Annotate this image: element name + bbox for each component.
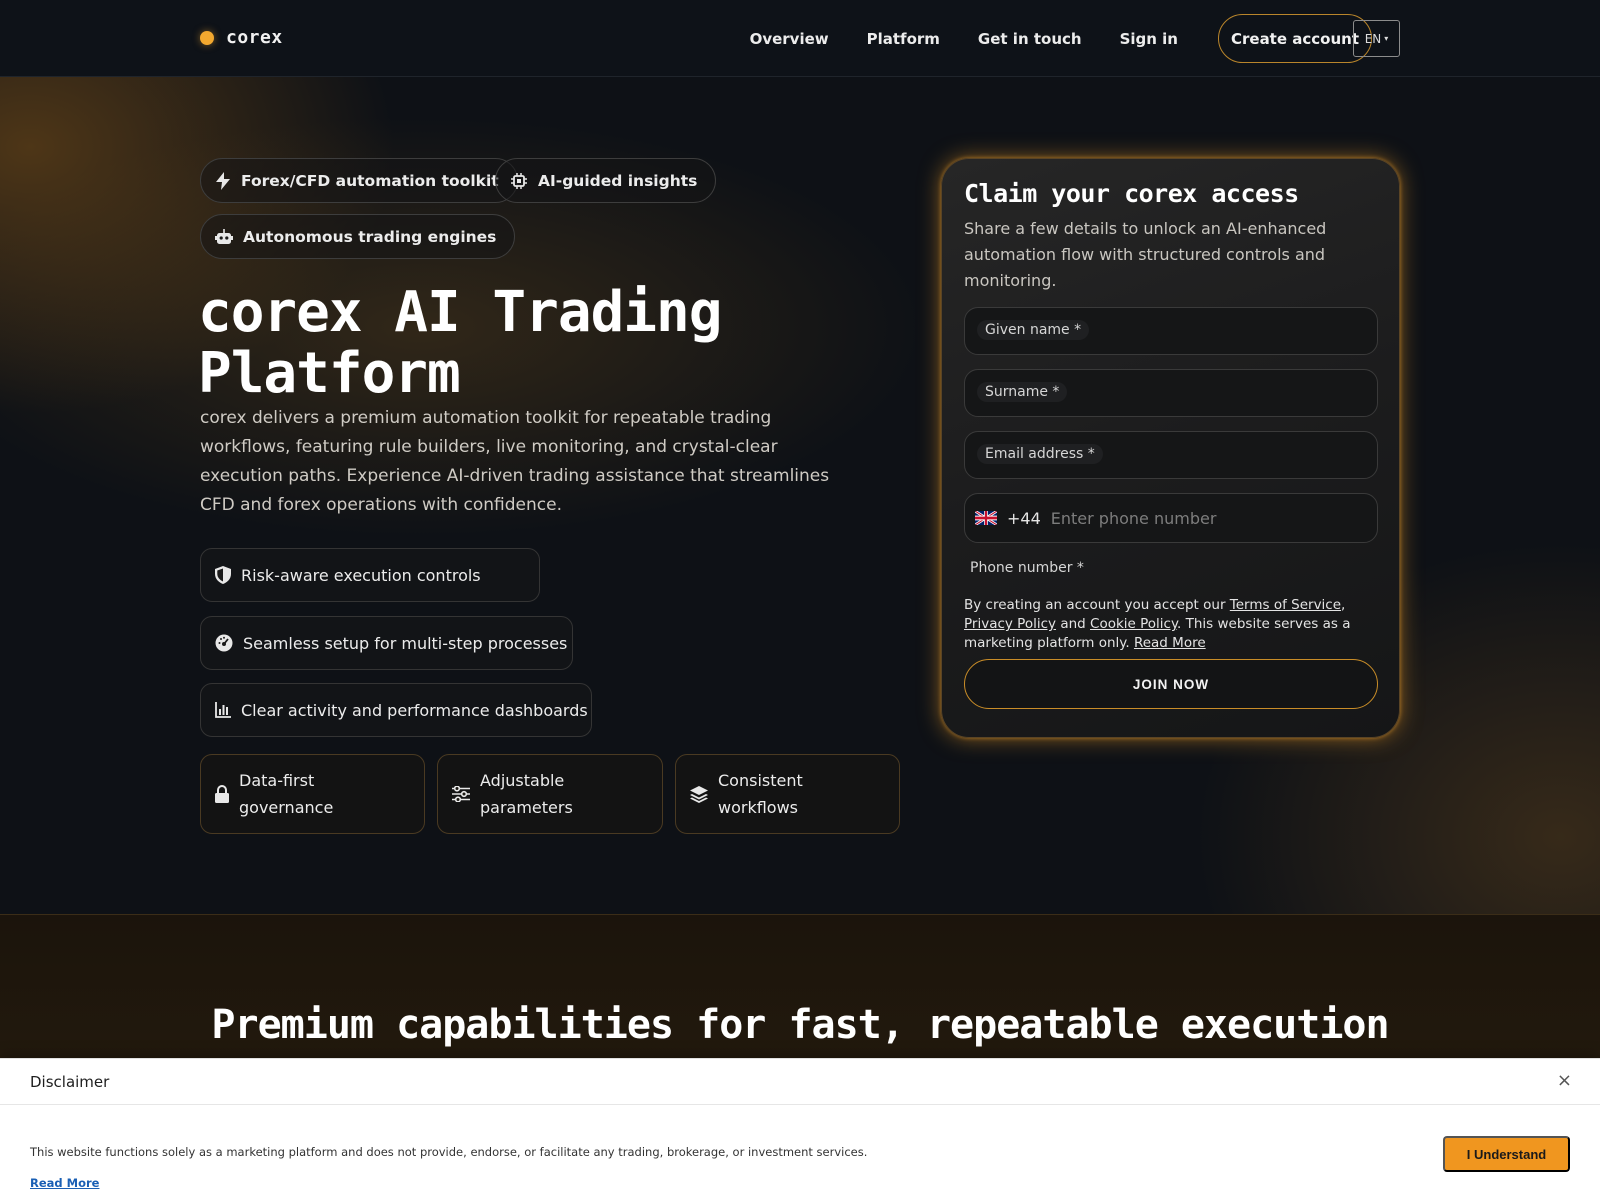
tag-pill-ai-insights: AI-guided insights: [495, 158, 717, 203]
tag-pill-label: Forex/CFD automation toolkit: [241, 171, 499, 190]
legal-comma: ,: [1341, 597, 1346, 613]
shield-icon: [215, 566, 231, 584]
phone-label: Phone number *: [970, 560, 1084, 576]
language-selector[interactable]: EN ▾: [1353, 20, 1400, 57]
brand-name: corex: [226, 27, 283, 48]
card-label: Consistent workflows: [718, 771, 803, 817]
capabilities-section: Premium capabilities for fast, repeatabl…: [0, 915, 1600, 1060]
create-account-button[interactable]: Create account: [1217, 14, 1372, 63]
privacy-link[interactable]: Privacy Policy: [964, 616, 1056, 632]
nav-link-overview[interactable]: Overview: [750, 30, 829, 48]
tag-pill-automation-toolkit: Forex/CFD automation toolkit: [200, 158, 518, 203]
form-title: Claim your corex access: [964, 179, 1299, 208]
language-label: EN: [1364, 31, 1382, 46]
form-subtitle: Share a few details to unlock an AI-enha…: [964, 219, 1327, 290]
tag-pill-trading-engines: Autonomous trading engines: [200, 214, 516, 259]
capabilities-title: Premium capabilities for fast, repeatabl…: [211, 1002, 1389, 1048]
disclaimer-title: Disclaimer: [30, 1073, 110, 1091]
lock-icon: [215, 785, 229, 803]
card-label: Data-first governance: [239, 771, 334, 817]
bolt-icon: [216, 171, 230, 190]
given-name-field[interactable]: Given name *: [964, 307, 1378, 355]
cookie-link[interactable]: Cookie Policy: [1090, 616, 1177, 632]
legal-notice: By creating an account you accept our Te…: [964, 596, 1374, 653]
tag-pill-label: Autonomous trading engines: [243, 227, 497, 246]
logo-dot-icon: [200, 30, 214, 45]
hero-title: corex AI Trading Platform: [198, 280, 722, 406]
terms-link[interactable]: Terms of Service: [1230, 597, 1341, 613]
card-data-first-governance: Data-first governance: [200, 754, 425, 834]
disclaimer-header: Disclaimer ×: [0, 1059, 1600, 1105]
brand-logo[interactable]: corex: [200, 27, 283, 48]
surname-label: Surname *: [977, 382, 1068, 402]
gauge-icon: [215, 634, 233, 652]
feature-label: Risk-aware execution controls: [241, 565, 481, 585]
hero-description: corex delivers a premium automation tool…: [200, 408, 830, 515]
sliders-icon: [452, 786, 470, 802]
feature-label: Clear activity and performance dashboard…: [241, 700, 588, 720]
disclaimer-text: This website functions solely as a marke…: [30, 1145, 868, 1159]
feature-dashboards: Clear activity and performance dashboard…: [200, 683, 592, 737]
nav-link-get-in-touch[interactable]: Get in touch: [978, 30, 1082, 48]
surname-field[interactable]: Surname *: [964, 369, 1378, 417]
chevron-down-icon: ▾: [1384, 34, 1389, 43]
disclaimer-banner: Disclaimer × This website functions sole…: [0, 1058, 1600, 1200]
feature-risk-aware: Risk-aware execution controls: [200, 548, 540, 602]
legal-and: and: [1060, 616, 1086, 632]
given-name-label: Given name *: [977, 320, 1090, 340]
nav-link-sign-in[interactable]: Sign in: [1120, 30, 1178, 48]
email-label: Email address *: [977, 444, 1103, 464]
email-field[interactable]: Email address *: [964, 431, 1378, 479]
nav-link-platform[interactable]: Platform: [867, 30, 940, 48]
nav-links: Overview Platform Get in touch Sign in C…: [750, 14, 1372, 63]
chip-icon: [511, 172, 527, 189]
phone-field: +44: [964, 493, 1378, 543]
close-icon[interactable]: ×: [1557, 1070, 1572, 1091]
layers-icon: [690, 785, 708, 803]
join-now-button[interactable]: JOIN NOW: [964, 659, 1378, 709]
phone-country-code[interactable]: +44: [1007, 509, 1041, 528]
top-navigation: corex Overview Platform Get in touch Sig…: [0, 0, 1600, 77]
card-label: Adjustable parameters: [480, 771, 573, 817]
legal-prefix: By creating an account you accept our: [964, 597, 1226, 613]
robot-icon: [215, 228, 233, 244]
hero-section: Forex/CFD automation toolkit AI-guided i…: [0, 77, 1600, 915]
i-understand-button[interactable]: I Understand: [1443, 1136, 1570, 1172]
tag-pill-label: AI-guided insights: [538, 171, 698, 190]
uk-flag-icon[interactable]: [975, 511, 997, 525]
disclaimer-read-more-link[interactable]: Read More: [30, 1176, 99, 1190]
card-adjustable-parameters: Adjustable parameters: [437, 754, 663, 834]
legal-read-more-link[interactable]: Read More: [1134, 635, 1206, 651]
feature-seamless-setup: Seamless setup for multi-step processes: [200, 616, 573, 670]
phone-input[interactable]: [1050, 508, 1371, 528]
bar-chart-icon: [215, 702, 231, 718]
signup-form: Claim your corex access Share a few deta…: [941, 158, 1400, 738]
feature-label: Seamless setup for multi-step processes: [243, 633, 568, 653]
card-consistent-workflows: Consistent workflows: [675, 754, 900, 834]
